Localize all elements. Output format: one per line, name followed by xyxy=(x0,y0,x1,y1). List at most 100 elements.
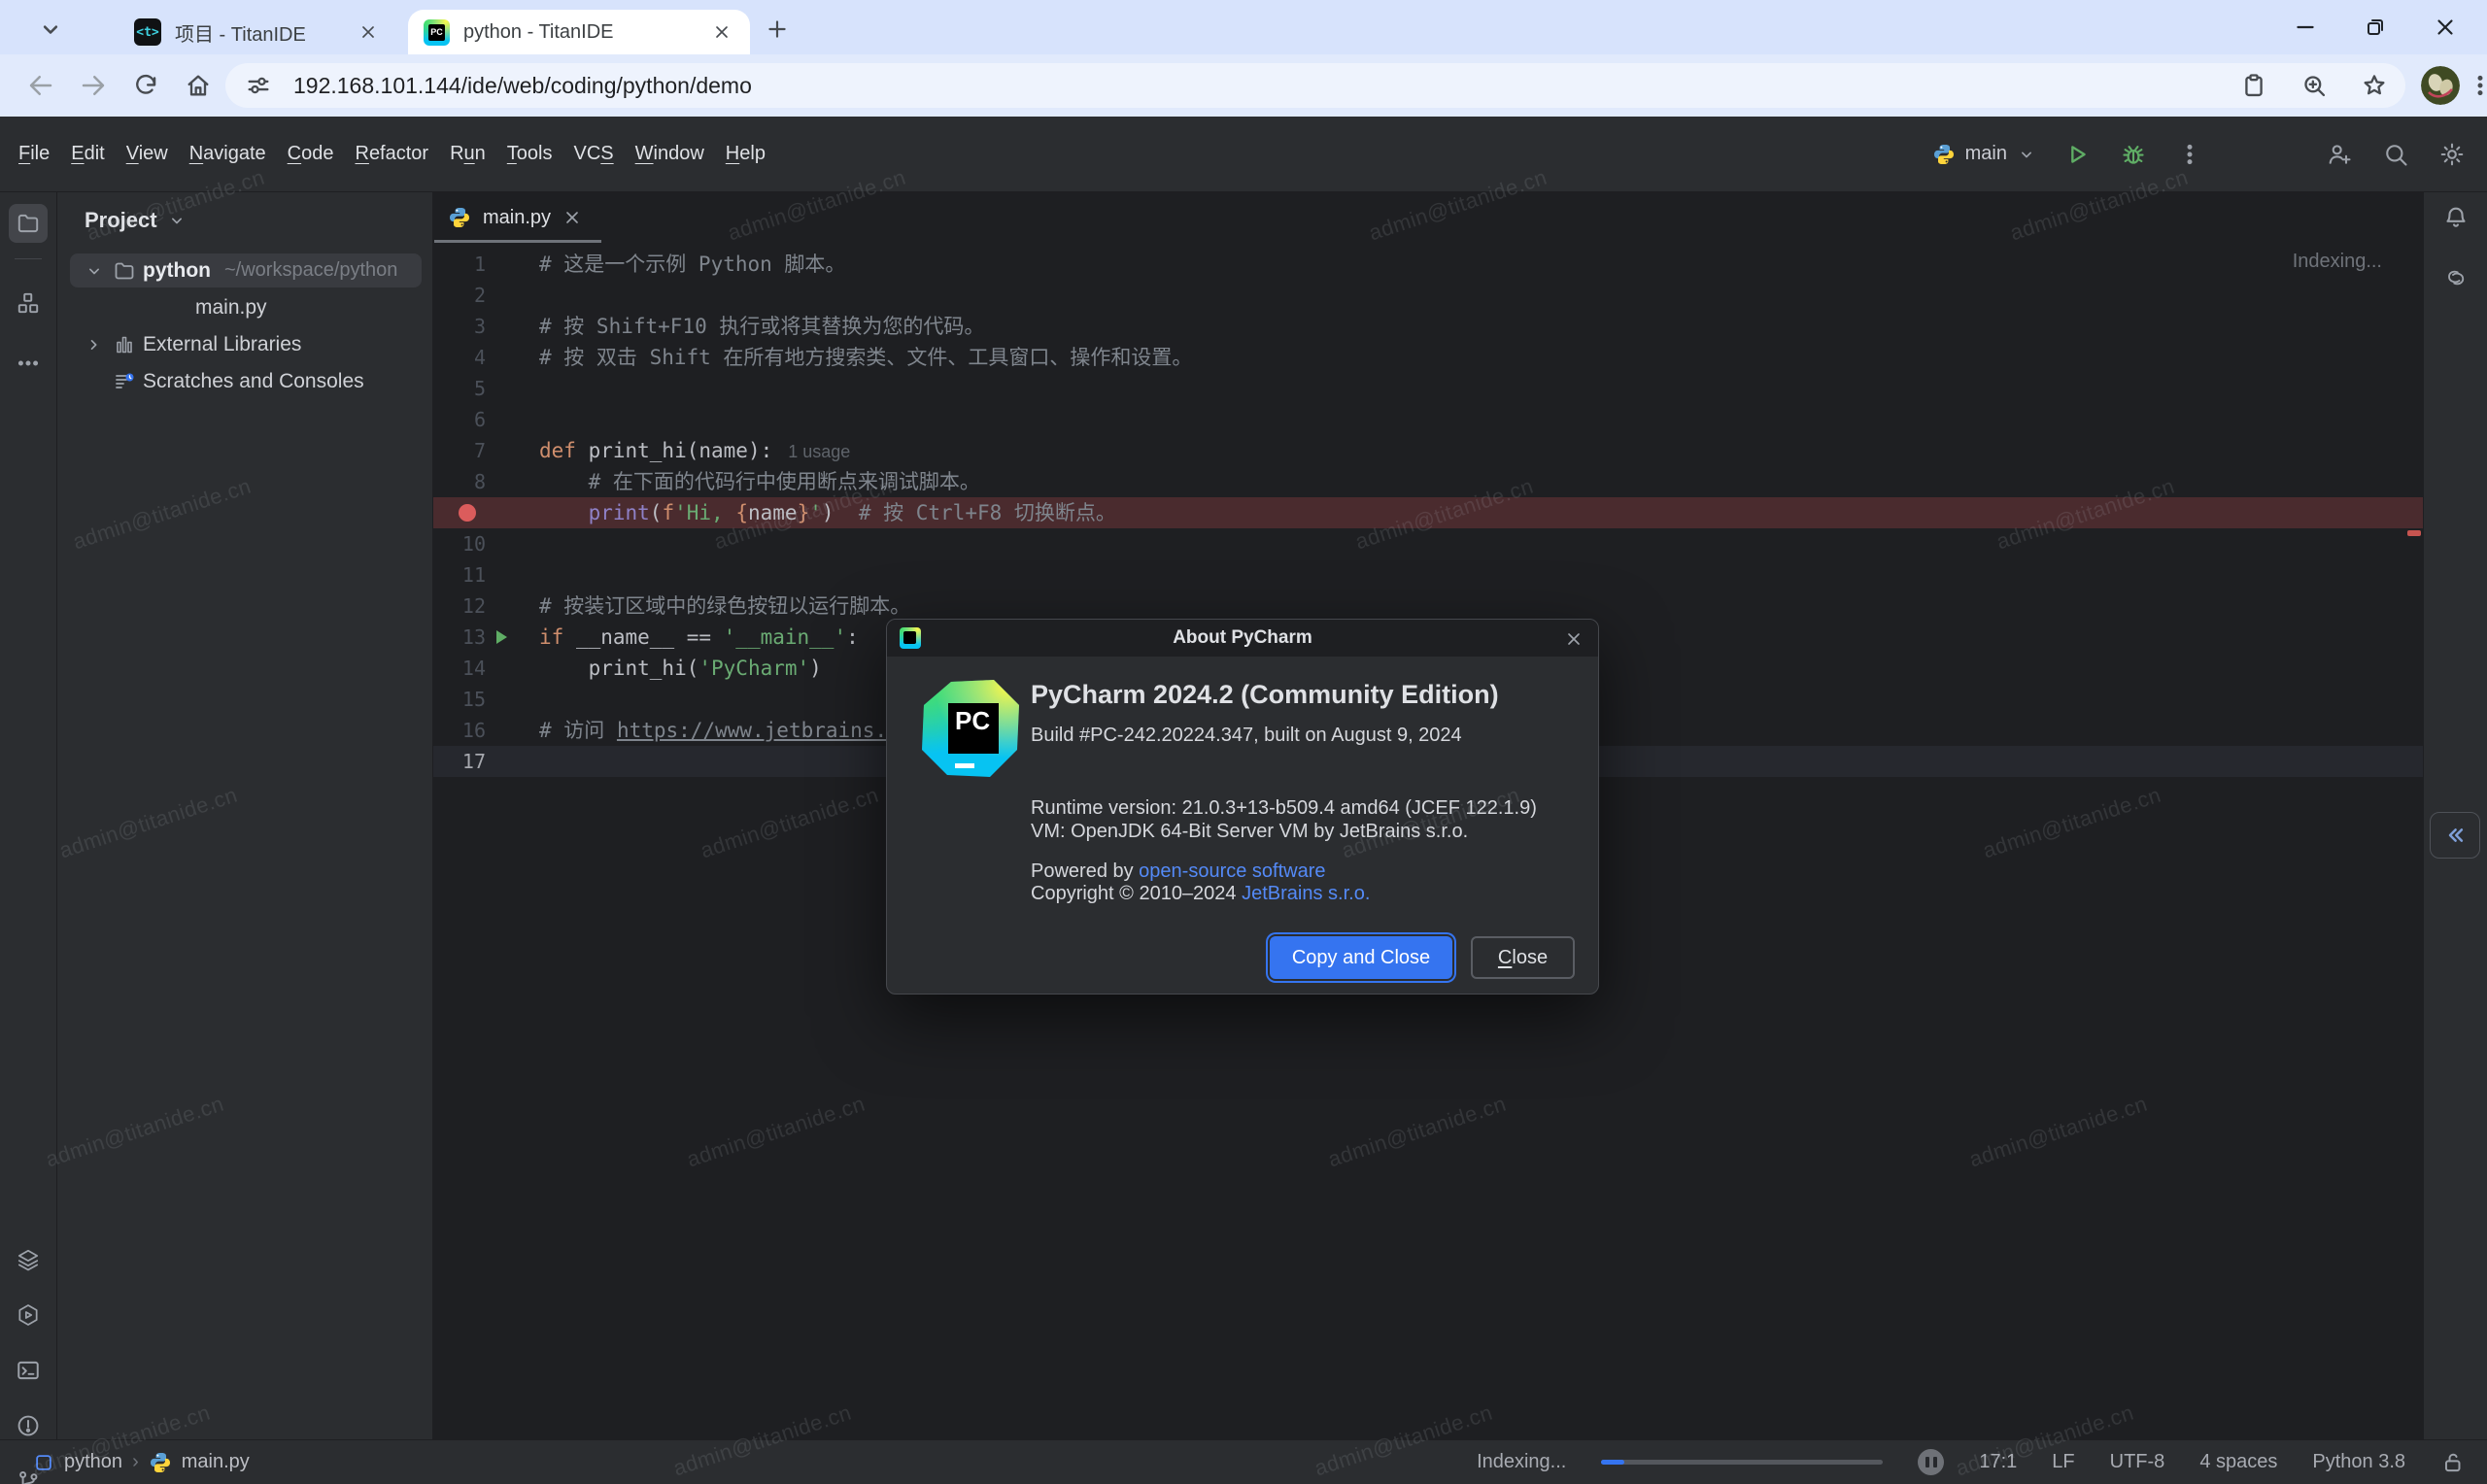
notifications-button[interactable] xyxy=(2436,198,2475,237)
python-packages-button[interactable] xyxy=(9,1185,48,1224)
line-number[interactable]: 16 xyxy=(433,715,486,746)
line-number[interactable]: 10 xyxy=(433,528,486,559)
code-line-4[interactable]: 4# 按 双击 Shift 在所有地方搜索类、文件、工具窗口、操作和设置。 xyxy=(433,342,2423,373)
line-number[interactable]: 1 xyxy=(433,249,486,280)
search-everywhere-icon[interactable] xyxy=(2380,139,2411,170)
code-line-1[interactable]: 1# 这是一个示例 Python 脚本。 xyxy=(433,249,2423,280)
line-number[interactable]: 8 xyxy=(433,466,486,497)
pause-indexing-button[interactable] xyxy=(1918,1449,1944,1475)
menu-file[interactable]: File xyxy=(8,143,60,165)
tab-close-icon[interactable] xyxy=(356,19,381,45)
error-stripe-breakpoint-mark[interactable] xyxy=(2407,530,2421,536)
close-window-button[interactable] xyxy=(2431,13,2460,42)
close-button[interactable]: Close xyxy=(1471,936,1575,979)
code-with-me-icon[interactable] xyxy=(2324,139,2355,170)
home-button[interactable] xyxy=(183,70,214,101)
menu-vcs[interactable]: VCS xyxy=(563,143,625,165)
tree-item-external-libraries[interactable]: External Libraries xyxy=(57,326,433,362)
hide-stripes-button[interactable] xyxy=(2430,812,2480,859)
code-line-9[interactable]: print(f'Hi, {name}') # 按 Ctrl+F8 切换断点。 xyxy=(433,497,2423,528)
menu-code[interactable]: Code xyxy=(277,143,345,165)
more-actions-icon[interactable] xyxy=(2174,139,2205,170)
restore-button[interactable] xyxy=(2361,13,2390,42)
open-source-software-link[interactable]: open-source software xyxy=(1139,860,1325,882)
project-folder-button[interactable] xyxy=(9,204,48,243)
dialog-titlebar[interactable]: About PyCharm xyxy=(887,620,1598,657)
caret-position-widget[interactable]: 17:1 xyxy=(1979,1451,2017,1473)
line-number[interactable]: 17 xyxy=(433,746,486,777)
copy-and-close-button[interactable]: Copy and Close xyxy=(1270,936,1452,979)
structure-button[interactable] xyxy=(9,284,48,322)
line-separator-widget[interactable]: LF xyxy=(2052,1451,2074,1473)
new-tab-button[interactable] xyxy=(762,14,793,45)
browser-tab-active[interactable]: PC python - TitanIDE xyxy=(408,10,750,54)
tree-item-scratches-and-consoles[interactable]: Scratches and Consoles xyxy=(57,363,433,399)
minimize-button[interactable] xyxy=(2291,13,2320,42)
zoom-page-icon[interactable] xyxy=(2300,72,2328,99)
browser-tab-inactive[interactable]: <t> 项目 - TitanIDE xyxy=(119,10,396,54)
ai-assistant-button[interactable] xyxy=(2436,258,2475,297)
line-number[interactable]: 13 xyxy=(433,622,486,653)
breakpoint-dot[interactable] xyxy=(459,504,476,522)
code-line-11[interactable]: 11 xyxy=(433,559,2423,590)
breadcrumb-file[interactable]: main.py xyxy=(182,1451,250,1473)
reload-button[interactable] xyxy=(130,70,161,101)
code-line-2[interactable]: 2 xyxy=(433,280,2423,311)
code-line-5[interactable]: 5 xyxy=(433,373,2423,404)
run-button[interactable] xyxy=(2061,139,2093,170)
code-line-3[interactable]: 3# 按 Shift+F10 执行或将其替换为您的代码。 xyxy=(433,311,2423,342)
line-number[interactable]: 3 xyxy=(433,311,486,342)
lock-open-icon[interactable] xyxy=(2440,1450,2466,1475)
menu-view[interactable]: View xyxy=(116,143,179,165)
settings-gear-icon[interactable] xyxy=(2436,139,2468,170)
interpreter-widget[interactable]: Python 3.8 xyxy=(2312,1451,2405,1473)
bookmark-star-icon[interactable] xyxy=(2361,72,2388,99)
terminal-button[interactable] xyxy=(9,1351,48,1390)
debug-button[interactable] xyxy=(2118,139,2149,170)
line-number[interactable]: 5 xyxy=(433,373,486,404)
menu-window[interactable]: Window xyxy=(625,143,715,165)
menu-edit[interactable]: Edit xyxy=(60,143,115,165)
copy-link-icon[interactable] xyxy=(2240,72,2267,99)
line-number[interactable]: 6 xyxy=(433,404,486,435)
code-line-7[interactable]: 7def print_hi(name):1 usage xyxy=(433,435,2423,466)
layers-button[interactable] xyxy=(9,1240,48,1279)
forward-button[interactable] xyxy=(78,70,109,101)
address-bar[interactable]: 192.168.101.144/ide/web/coding/python/de… xyxy=(225,63,2405,108)
line-number[interactable]: 4 xyxy=(433,342,486,373)
jetbrains-link[interactable]: JetBrains s.r.o. xyxy=(1242,883,1370,904)
tab-search-button[interactable] xyxy=(33,12,68,47)
url-text[interactable]: 192.168.101.144/ide/web/coding/python/de… xyxy=(293,73,2240,99)
tree-item-main-py[interactable]: main.py xyxy=(57,289,433,325)
menu-tools[interactable]: Tools xyxy=(496,143,563,165)
run-configuration-selector[interactable]: main xyxy=(1932,143,2036,166)
line-number[interactable]: 15 xyxy=(433,684,486,715)
encoding-widget[interactable]: UTF-8 xyxy=(2110,1451,2165,1473)
code-line-10[interactable]: 10 xyxy=(433,528,2423,559)
run-gutter-icon[interactable] xyxy=(490,625,513,649)
more-horizontal-button[interactable] xyxy=(9,344,48,383)
browser-menu-icon[interactable] xyxy=(2466,70,2487,101)
line-number[interactable]: 11 xyxy=(433,559,486,590)
indent-widget[interactable]: 4 spaces xyxy=(2199,1451,2277,1473)
code-line-8[interactable]: 8 # 在下面的代码行中使用断点来调试脚本。 xyxy=(433,466,2423,497)
line-number[interactable]: 14 xyxy=(433,653,486,684)
menu-navigate[interactable]: Navigate xyxy=(179,143,277,165)
editor-tab-mainpy[interactable]: main.py xyxy=(434,192,601,243)
menu-refactor[interactable]: Refactor xyxy=(344,143,439,165)
services-button[interactable] xyxy=(9,1296,48,1334)
tab-close-icon[interactable] xyxy=(562,208,582,227)
site-info-icon[interactable] xyxy=(245,72,272,99)
project-view-header[interactable]: Project xyxy=(85,208,187,233)
tab-close-icon[interactable] xyxy=(709,19,734,45)
dialog-close-icon[interactable] xyxy=(1561,626,1586,652)
breadcrumb-project[interactable]: python xyxy=(64,1451,122,1473)
line-number[interactable]: 12 xyxy=(433,590,486,622)
tree-item-python[interactable]: python~/workspace/python xyxy=(57,253,433,288)
code-line-12[interactable]: 12# 按装订区域中的绿色按钮以运行脚本。 xyxy=(433,590,2423,622)
code-line-6[interactable]: 6 xyxy=(433,404,2423,435)
menu-help[interactable]: Help xyxy=(715,143,776,165)
back-button[interactable] xyxy=(25,70,56,101)
menu-run[interactable]: Run xyxy=(439,143,496,165)
line-number[interactable]: 7 xyxy=(433,435,486,466)
